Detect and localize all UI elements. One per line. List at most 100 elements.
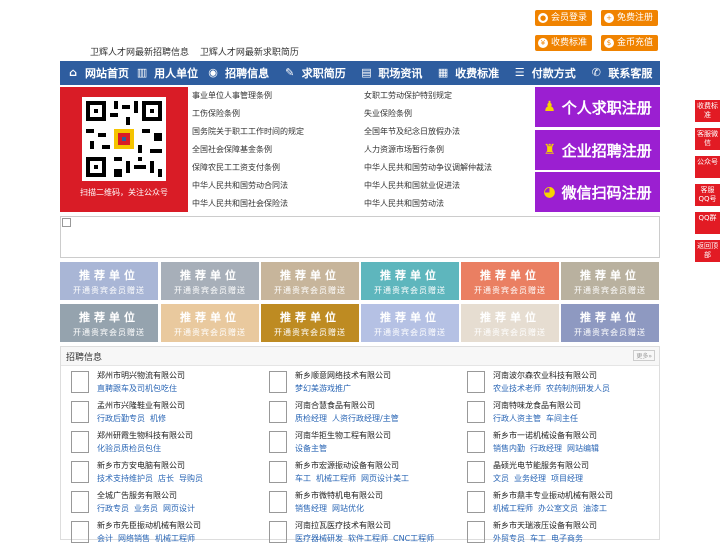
job-link[interactable]: 车工 [295,474,311,483]
job-link[interactable]: 办公室文员 [538,504,578,513]
nav-item-home[interactable]: ⌂ 网站首页 [60,61,129,85]
job-link[interactable]: 农业技术老师 [493,384,541,393]
nav-item-payment[interactable]: ☰ 付款方式 [507,61,584,85]
job-link[interactable]: 化验员质检员包住 [97,444,161,453]
job-link[interactable]: 网页设计 [163,504,195,513]
policy-link[interactable]: 中华人民共和国社会保险法 [192,198,288,209]
latest-resumes-link[interactable]: 卫辉人才网最新求职简历 [200,48,299,58]
job-link[interactable]: 设备主管 [295,444,327,453]
policy-link[interactable]: 女职工劳动保护特别规定 [364,90,452,101]
company-logo[interactable] [269,431,287,453]
job-link[interactable]: 店长 [158,474,174,483]
job-link[interactable]: 网站优化 [332,504,364,513]
job-link[interactable]: 电子商务 [551,534,583,543]
job-link[interactable]: 文员 [493,474,509,483]
nav-item-contact[interactable]: ✆ 联系客服 [583,61,660,85]
policy-link[interactable]: 全国社会保障基金条例 [192,144,272,155]
job-link[interactable]: 销售经理 [295,504,327,513]
policy-link[interactable]: 失业保险条例 [364,108,412,119]
job-link[interactable]: 业务经理 [514,474,546,483]
job-link[interactable]: 外贸专员 [493,534,525,543]
job-link[interactable]: 机械工程师 [493,504,533,513]
job-link[interactable]: 网页设计美工 [361,474,409,483]
company-logo[interactable] [467,491,485,513]
company-logo[interactable] [467,431,485,453]
recommended-employer-tile[interactable]: 推荐单位 开通贵宾会员赠送 [361,304,459,342]
job-link[interactable]: 技术支持维护员 [97,474,153,483]
job-link[interactable]: 人资行政经理/主管 [332,414,399,423]
company-name-link[interactable]: 新乡市微特机电有限公司 [295,490,383,501]
company-name-link[interactable]: 新乡市方安电脑有限公司 [97,460,185,471]
company-logo[interactable] [269,371,287,393]
job-link[interactable]: 机械工程师 [155,534,195,543]
side-button[interactable]: 公众号 [695,156,720,178]
policy-link[interactable]: 中华人民共和国劳动法 [364,198,444,209]
company-name-link[interactable]: 新乡市天瑞液压设备有限公司 [493,520,597,531]
company-register-button[interactable]: ♜ 企业招聘注册 [535,130,660,170]
side-button[interactable]: QQ群 [695,212,720,234]
job-link[interactable]: 会计 [97,534,113,543]
job-link[interactable]: 车工 [530,534,546,543]
company-name-link[interactable]: 新乡市宏源振动设备有限公司 [295,460,399,471]
personal-register-button[interactable]: ♟ 个人求职注册 [535,87,660,127]
recommended-employer-tile[interactable]: 推荐单位 开通贵宾会员赠送 [561,262,659,300]
company-name-link[interactable]: 河南华拒生物工程有限公司 [295,430,391,441]
recommended-employer-tile[interactable]: 推荐单位 开通贵宾会员赠送 [261,262,359,300]
latest-jobs-link[interactable]: 卫辉人才网最新招聘信息 [90,48,189,58]
job-link[interactable]: 网站编辑 [567,444,599,453]
recommended-employer-tile[interactable]: 推荐单位 开通贵宾会员赠送 [161,262,259,300]
job-link[interactable]: 行政后勤专员 [97,414,145,423]
recommended-employer-tile[interactable]: 推荐单位 开通贵宾会员赠送 [60,262,158,300]
recommended-employer-tile[interactable]: 推荐单位 开通贵宾会员赠送 [60,304,158,342]
company-logo[interactable] [71,371,89,393]
job-link[interactable]: 油漆工 [583,504,607,513]
more-link[interactable]: 更多» [633,350,655,361]
nav-item-fees[interactable]: ▦ 收费标准 [430,61,507,85]
company-name-link[interactable]: 全城广告服务有限公司 [97,490,177,501]
recommended-employer-tile[interactable]: 推荐单位 开通贵宾会员赠送 [461,304,559,342]
fee-standard-button[interactable]: ¥ 收费标准 [535,35,593,51]
company-logo[interactable] [71,461,89,483]
company-name-link[interactable]: 新乡市鼎丰专业振动机械有限公司 [493,490,613,501]
nav-item-employers[interactable]: ▥ 用人单位 [129,61,200,85]
side-button[interactable]: 收费标准 [695,100,720,122]
job-link[interactable]: 行政经理 [530,444,562,453]
policy-link[interactable]: 事业单位人事管理条例 [192,90,272,101]
company-name-link[interactable]: 郑州研霞生物科技有限公司 [97,430,193,441]
banner-image[interactable] [60,216,660,258]
job-link[interactable]: 项目经理 [551,474,583,483]
company-logo[interactable] [71,401,89,423]
company-name-link[interactable]: 河南拉瓦医疗技术有限公司 [295,520,391,531]
nav-item-jobs[interactable]: ◉ 招聘信息 [200,61,277,85]
job-link[interactable]: 网络销售 [118,534,150,543]
recommended-employer-tile[interactable]: 推荐单位 开通贵宾会员赠送 [361,262,459,300]
job-link[interactable]: 行政专员 [97,504,129,513]
job-link[interactable]: 行政人资主管 [493,414,541,423]
job-link[interactable]: 直聘跟车及司机包吃住 [97,384,177,393]
company-name-link[interactable]: 郑州市明兴物流有限公司 [97,370,185,381]
side-button[interactable]: 返回顶部 [695,240,720,262]
job-link[interactable]: 软件工程师 [348,534,388,543]
job-link[interactable]: 机修 [150,414,166,423]
company-logo[interactable] [467,371,485,393]
side-button[interactable]: 客服微信 [695,128,720,150]
company-name-link[interactable]: 新乡市一诺机械设备有限公司 [493,430,597,441]
job-link[interactable]: CNC工程师 [393,534,434,543]
job-link[interactable]: 机械工程师 [316,474,356,483]
company-name-link[interactable]: 河南特味龙食品有限公司 [493,400,581,411]
job-link[interactable]: 梦幻美游戏推广 [295,384,351,393]
coin-recharge-button[interactable]: $ 金币充值 [601,35,659,51]
job-link[interactable]: 导购员 [179,474,203,483]
recommended-employer-tile[interactable]: 推荐单位 开通贵宾会员赠送 [561,304,659,342]
job-link[interactable]: 医疗器械研发 [295,534,343,543]
recommended-employer-tile[interactable]: 推荐单位 开通贵宾会员赠送 [261,304,359,342]
policy-link[interactable]: 工伤保险条例 [192,108,240,119]
company-logo[interactable] [467,461,485,483]
company-logo[interactable] [269,491,287,513]
policy-link[interactable]: 中华人民共和国劳动合同法 [192,180,288,191]
job-link[interactable]: 销售内勤 [493,444,525,453]
company-logo[interactable] [71,431,89,453]
free-register-button[interactable]: + 免费注册 [601,10,659,26]
recommended-employer-tile[interactable]: 推荐单位 开通贵宾会员赠送 [161,304,259,342]
member-login-button[interactable]: ● 会员登录 [535,10,593,26]
